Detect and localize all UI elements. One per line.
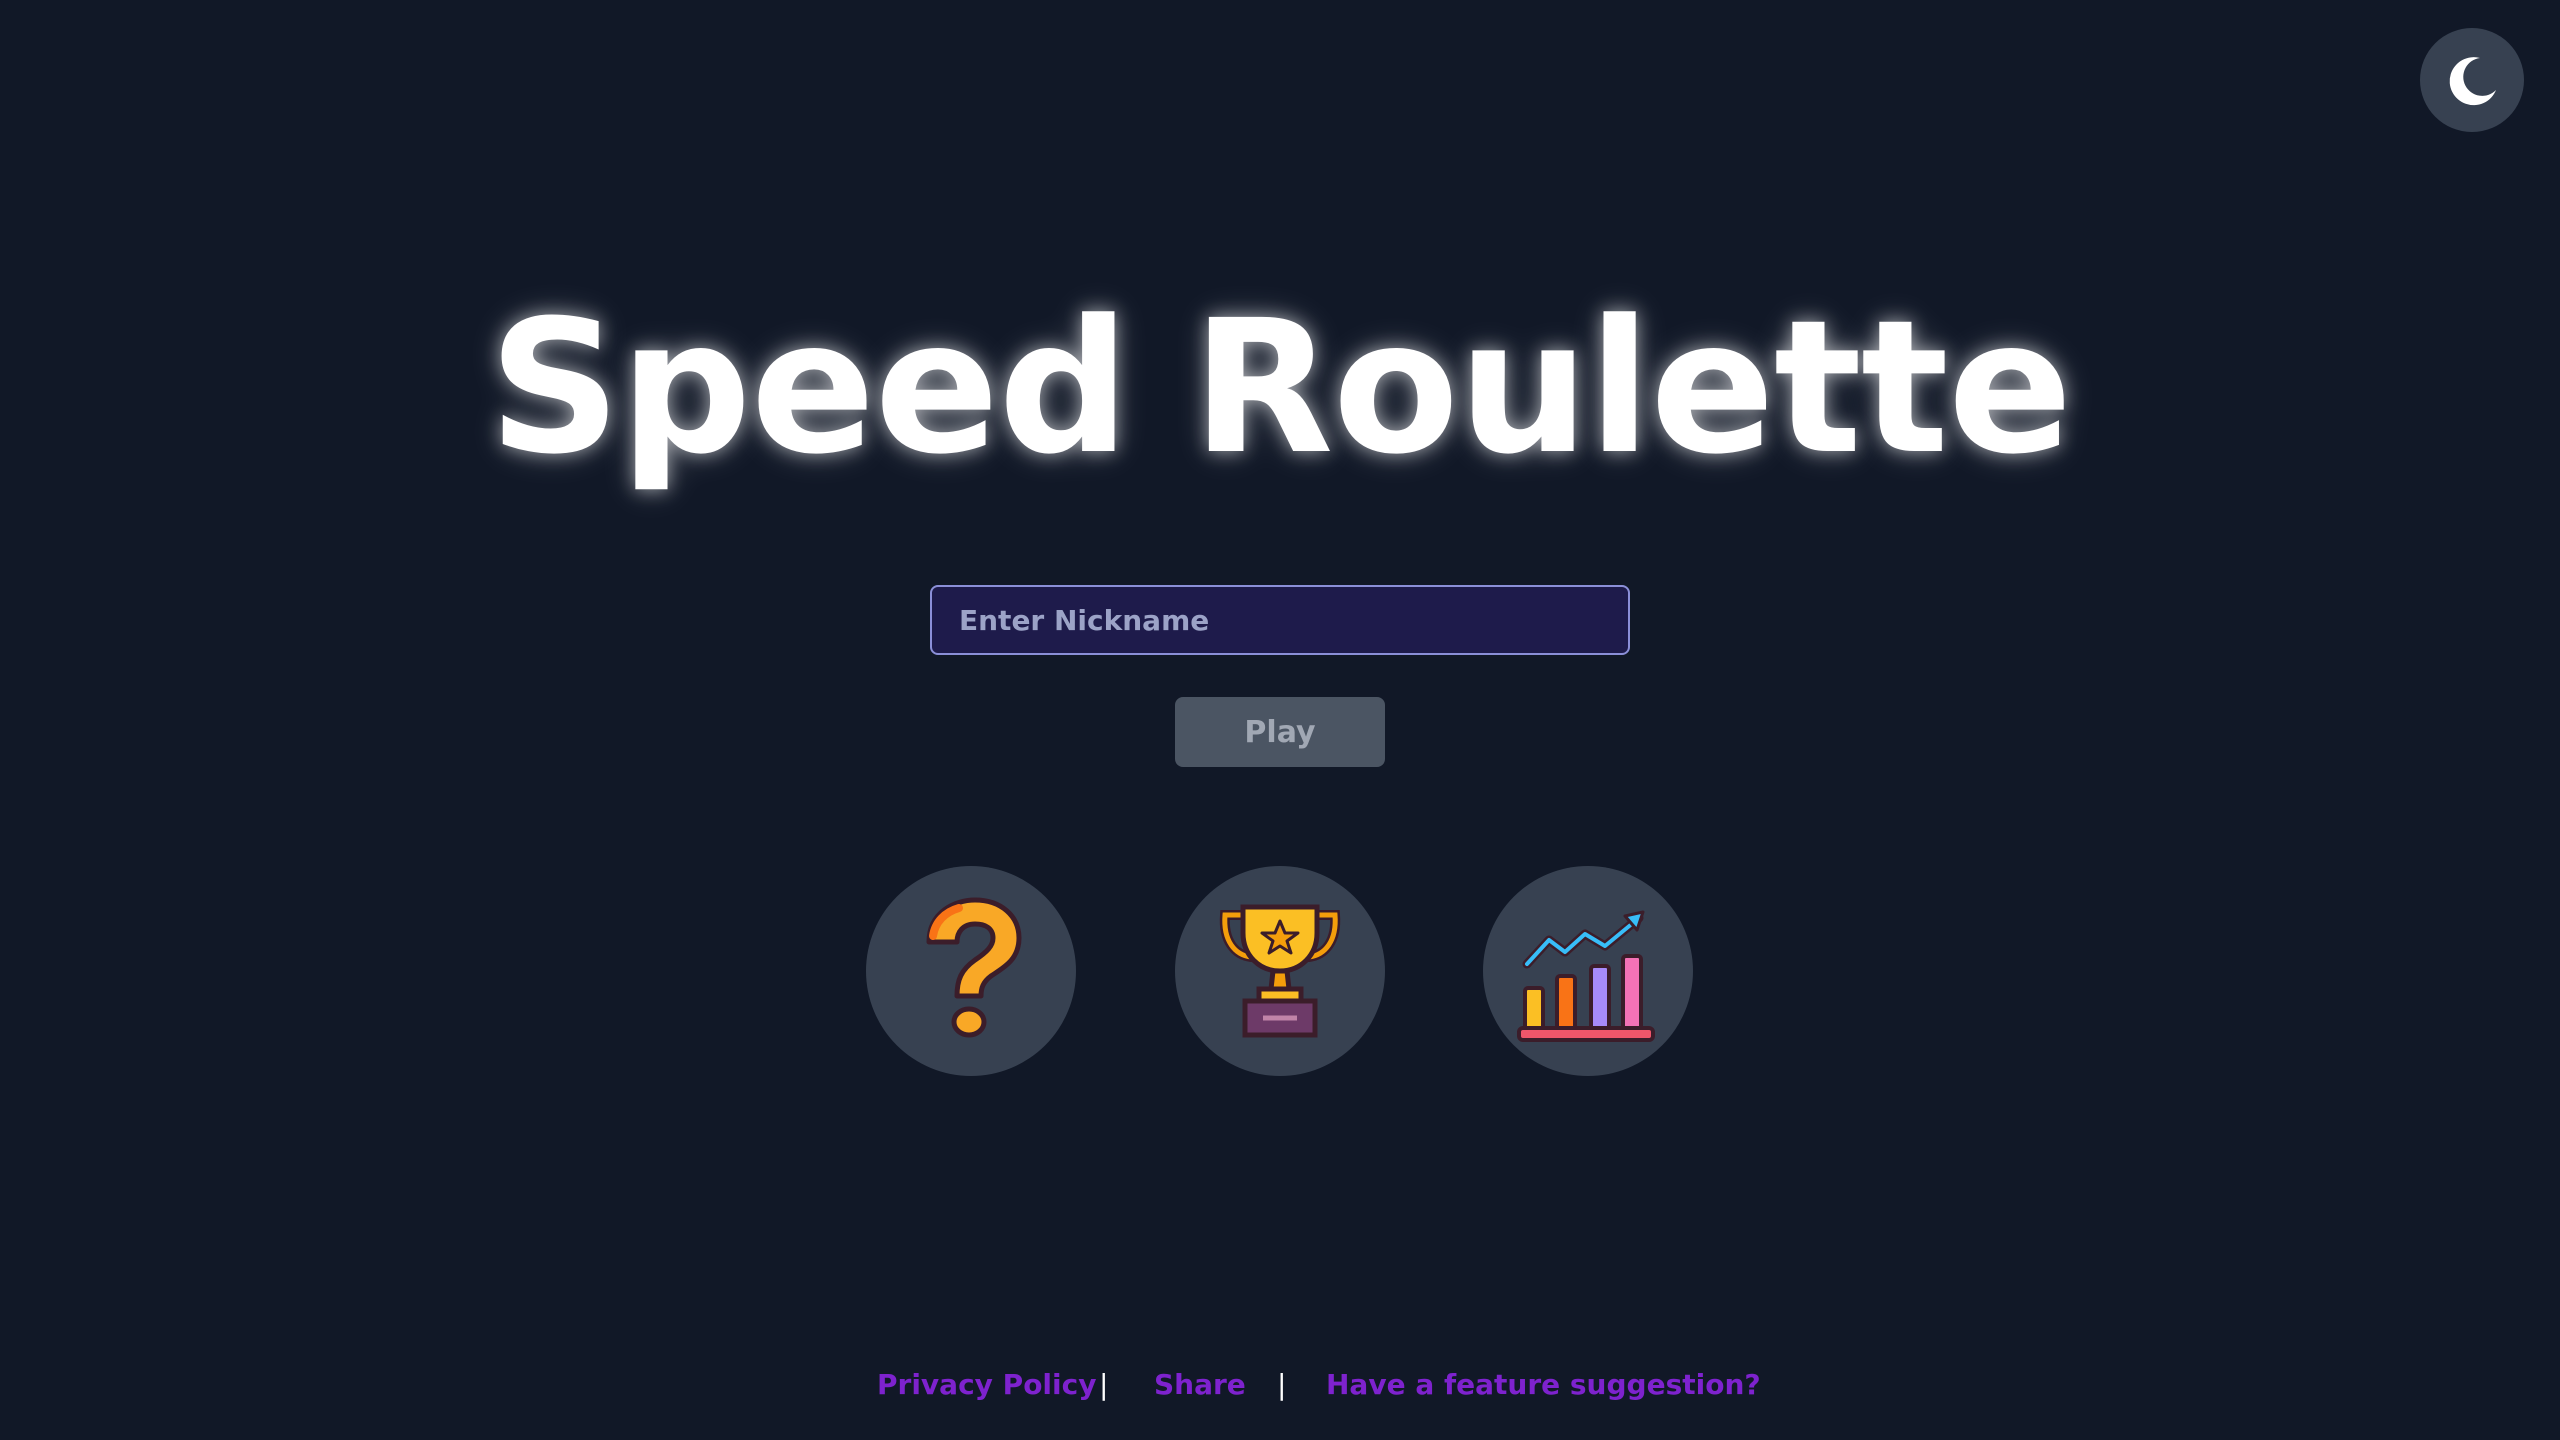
play-button[interactable]: Play [1175,697,1385,767]
page: Speed Roulette Play [0,0,2560,1440]
footer: Privacy Policy | Share | Have a feature … [0,1368,2560,1416]
question-mark-icon [926,897,1022,1038]
feature-suggestion-link[interactable]: Have a feature suggestion? [1326,1368,1761,1401]
nickname-input[interactable] [930,585,1630,655]
page-title: Speed Roulette [488,281,2072,495]
bar-chart-icon [1517,910,1655,1042]
theme-toggle-button[interactable] [2420,28,2524,132]
footer-separator: | [1099,1368,1109,1401]
footer-separator: | [1277,1368,1287,1401]
privacy-policy-link[interactable]: Privacy Policy [877,1368,1096,1401]
share-link[interactable]: Share [1154,1368,1246,1401]
help-button[interactable] [866,866,1076,1076]
trophy-icon [1219,904,1341,1038]
leaderboard-button[interactable] [1175,866,1385,1076]
moon-icon [2449,57,2496,106]
stats-button[interactable] [1483,866,1693,1076]
